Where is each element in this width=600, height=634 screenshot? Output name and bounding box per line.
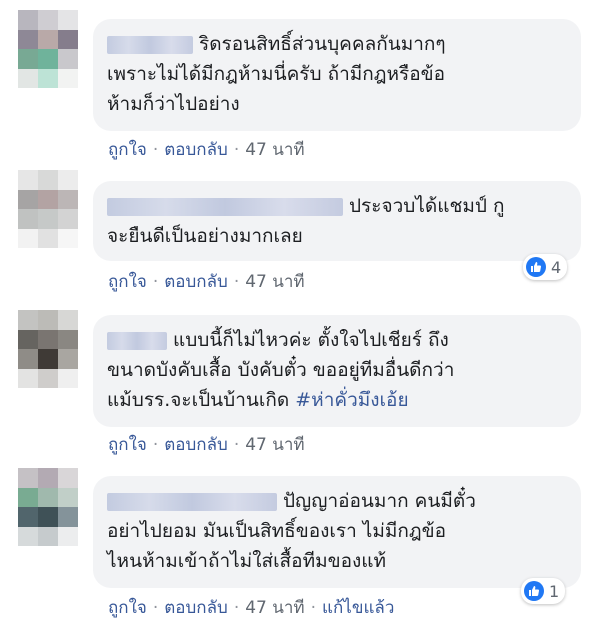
comment-bubble: ประจวบได้แชมป์ กู จะยืนดีเป็นอย่างมากเลย xyxy=(93,181,581,261)
avatar[interactable] xyxy=(18,10,78,88)
comment-text: ริดรอนสิทธิ์ส่วนบุคคลกันมากๆ เพราะไม่ได้… xyxy=(107,33,446,115)
like-link[interactable]: ถูกใจ xyxy=(108,140,147,160)
blurred-author-name[interactable] xyxy=(107,197,343,216)
comment-bubble: ริดรอนสิทธิ์ส่วนบุคคลกันมากๆ เพราะไม่ได้… xyxy=(93,19,581,131)
reply-link[interactable]: ตอบกลับ xyxy=(164,140,228,160)
edited-link[interactable]: แก้ไขแล้ว xyxy=(322,598,394,618)
comment-actions: ถูกใจ · ตอบกลับ · 47 นาที xyxy=(108,272,305,292)
reaction-count: 4 xyxy=(551,257,562,277)
reply-link[interactable]: ตอบกลับ xyxy=(164,598,228,618)
timestamp[interactable]: 47 นาที xyxy=(245,272,304,292)
reaction-badge[interactable]: 1 xyxy=(521,578,566,604)
hashtag-link[interactable]: #ห่าคั่วมึงเอ้ย xyxy=(295,389,408,411)
like-link[interactable]: ถูกใจ xyxy=(108,272,147,292)
comment-text: ประจวบได้แชมป์ กู จะยืนดีเป็นอย่างมากเลย xyxy=(107,195,505,247)
avatar[interactable] xyxy=(18,310,78,388)
comment-actions: ถูกใจ · ตอบกลับ · 47 นาที xyxy=(108,435,305,455)
comment-actions: ถูกใจ · ตอบกลับ · 47 นาที · แก้ไขแล้ว xyxy=(108,598,395,618)
blurred-author-name[interactable] xyxy=(107,331,167,350)
comment-bubble: ปัญญาอ่อนมาก คนมีตั๋ว อย่าไปยอม มันเป็นส… xyxy=(93,476,581,588)
comment-text: ปัญญาอ่อนมาก คนมีตั๋ว อย่าไปยอม มันเป็นส… xyxy=(107,490,476,572)
timestamp[interactable]: 47 นาที xyxy=(245,435,304,455)
timestamp[interactable]: 47 นาที xyxy=(245,598,304,618)
comment-actions: ถูกใจ · ตอบกลับ · 47 นาที xyxy=(108,140,305,160)
timestamp[interactable]: 47 นาที xyxy=(245,140,304,160)
like-thumb-icon xyxy=(524,581,544,601)
reply-link[interactable]: ตอบกลับ xyxy=(164,272,228,292)
like-link[interactable]: ถูกใจ xyxy=(108,598,147,618)
like-link[interactable]: ถูกใจ xyxy=(108,435,147,455)
comment-bubble: แบบนี้ก็ไม่ไหวค่ะ ตั้งใจไปเชียร์ ถึง ขนา… xyxy=(93,315,581,427)
reaction-badge[interactable]: 4 xyxy=(523,254,568,280)
blurred-author-name[interactable] xyxy=(107,35,193,54)
comment-text: แบบนี้ก็ไม่ไหวค่ะ ตั้งใจไปเชียร์ ถึง ขนา… xyxy=(107,329,455,411)
avatar[interactable] xyxy=(18,170,78,248)
like-thumb-icon xyxy=(526,257,546,277)
reply-link[interactable]: ตอบกลับ xyxy=(164,435,228,455)
avatar[interactable] xyxy=(18,468,78,546)
reaction-count: 1 xyxy=(549,581,560,601)
blurred-author-name[interactable] xyxy=(107,492,277,511)
